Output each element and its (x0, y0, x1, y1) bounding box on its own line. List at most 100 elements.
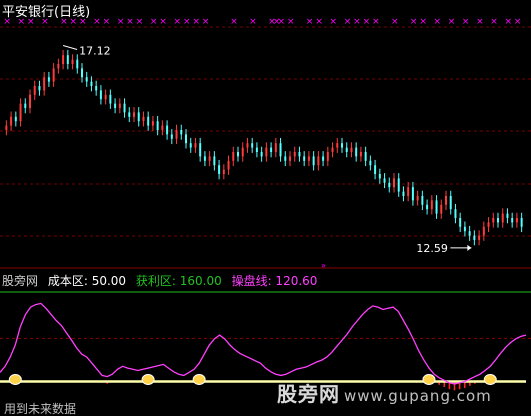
candle-body (232, 152, 235, 161)
candle-body (293, 152, 296, 157)
signal-cross: × (372, 17, 380, 27)
candle-body (66, 55, 69, 64)
candle-body (203, 156, 206, 161)
candle-body (430, 200, 433, 210)
candle-body (350, 147, 353, 152)
candle-body (303, 156, 306, 161)
signal-cross: × (363, 17, 371, 27)
oscillator-line (0, 302, 527, 385)
candle-body (345, 147, 348, 152)
candle-body (364, 152, 367, 161)
candle-body (137, 112, 140, 122)
chart-window: 17.12 12.59 × × × × × × × × × × × × × × × × × × × × × × × × × × × × × ×… (0, 0, 531, 416)
candle-body (369, 160, 372, 166)
control-label: 操盘线: 120.60 (231, 274, 318, 288)
candle-body (511, 218, 514, 223)
candle-body (284, 156, 287, 161)
candle-body (109, 94, 112, 104)
candle-body (440, 204, 443, 214)
candle-body (241, 147, 244, 157)
signal-cross: × (353, 17, 361, 27)
signal-cross: × (434, 17, 442, 27)
watermark: 股旁网 www.gupang.com (277, 378, 492, 407)
candle-body (435, 200, 438, 214)
signal-marker (141, 374, 155, 385)
signal-cross: × (462, 17, 470, 27)
candle-body (501, 213, 504, 223)
candle-body (426, 204, 429, 210)
candle-body (378, 174, 381, 179)
candle-body (298, 152, 301, 157)
candle-body (459, 218, 462, 227)
candle-body (10, 116, 13, 126)
candle-body (473, 235, 476, 240)
candle-body (407, 187, 410, 196)
candle-body (71, 59, 74, 64)
candle-body (445, 196, 447, 205)
candle-body (199, 143, 202, 157)
candle-body (421, 196, 424, 205)
signal-cross: × (287, 17, 295, 27)
signal-cross: × (126, 17, 134, 27)
candle-body (19, 103, 22, 122)
candle-body (307, 156, 310, 161)
candle-body (515, 218, 518, 223)
signal-cross: × (306, 17, 314, 27)
signal-cross: × (136, 17, 144, 27)
candle-body (156, 121, 159, 130)
candle-body (213, 156, 216, 166)
candle-body (142, 116, 145, 122)
signal-cross: × (159, 17, 167, 27)
bottom-marker: » (321, 261, 326, 270)
candle-body (388, 182, 391, 188)
indicator-name: 股旁网 (2, 274, 39, 288)
candle-body (482, 226, 485, 236)
signal-cross: × (344, 17, 352, 27)
candle-body (497, 218, 499, 223)
candle-body (227, 160, 230, 170)
candle-body (463, 226, 466, 232)
candle-body (104, 94, 107, 100)
candle-body (312, 156, 315, 166)
signal-cross: × (192, 17, 200, 27)
signal-cross: × (315, 17, 323, 27)
candle-body (478, 235, 481, 240)
low-pointer-arrowhead (467, 244, 472, 251)
signal-cross: × (514, 17, 522, 27)
signal-cross: × (103, 17, 111, 27)
watermark-url: www.gupang.com (344, 387, 492, 405)
candle-body (454, 209, 457, 218)
candle-body (359, 152, 362, 157)
signal-cross: × (419, 17, 427, 27)
candle-body (246, 143, 249, 148)
candle-body (14, 116, 17, 122)
candle-body (222, 169, 225, 174)
candle-body (38, 86, 41, 91)
candle-body (449, 196, 452, 210)
candle-body (5, 125, 8, 130)
candle-body (218, 165, 221, 174)
signal-cross: × (476, 17, 484, 27)
candle-body (397, 178, 400, 192)
signal-cross: × (202, 17, 210, 27)
candle-body (24, 103, 27, 108)
candle-body (123, 103, 126, 113)
candle-body (62, 55, 65, 64)
candle-body (57, 64, 60, 69)
candle-body (265, 147, 268, 157)
candle-body (208, 156, 211, 161)
candle-body (317, 156, 320, 166)
chart-canvas: 17.1212.59× × × × × × × × × × × × × × × × × × × × ××× × × × × × × ×… (0, 17, 531, 391)
candle-body (506, 213, 509, 218)
candle-body (185, 134, 187, 144)
candle-body (81, 68, 83, 78)
high-label: 17.12 (79, 45, 111, 58)
candle-body (255, 147, 258, 152)
candle-body (270, 147, 273, 152)
signal-cross: × (410, 17, 418, 27)
candle-body (29, 94, 31, 108)
signal-marker (8, 374, 22, 385)
candle-body (161, 125, 164, 130)
candle-body (520, 218, 523, 227)
signal-cross: × (230, 17, 238, 27)
